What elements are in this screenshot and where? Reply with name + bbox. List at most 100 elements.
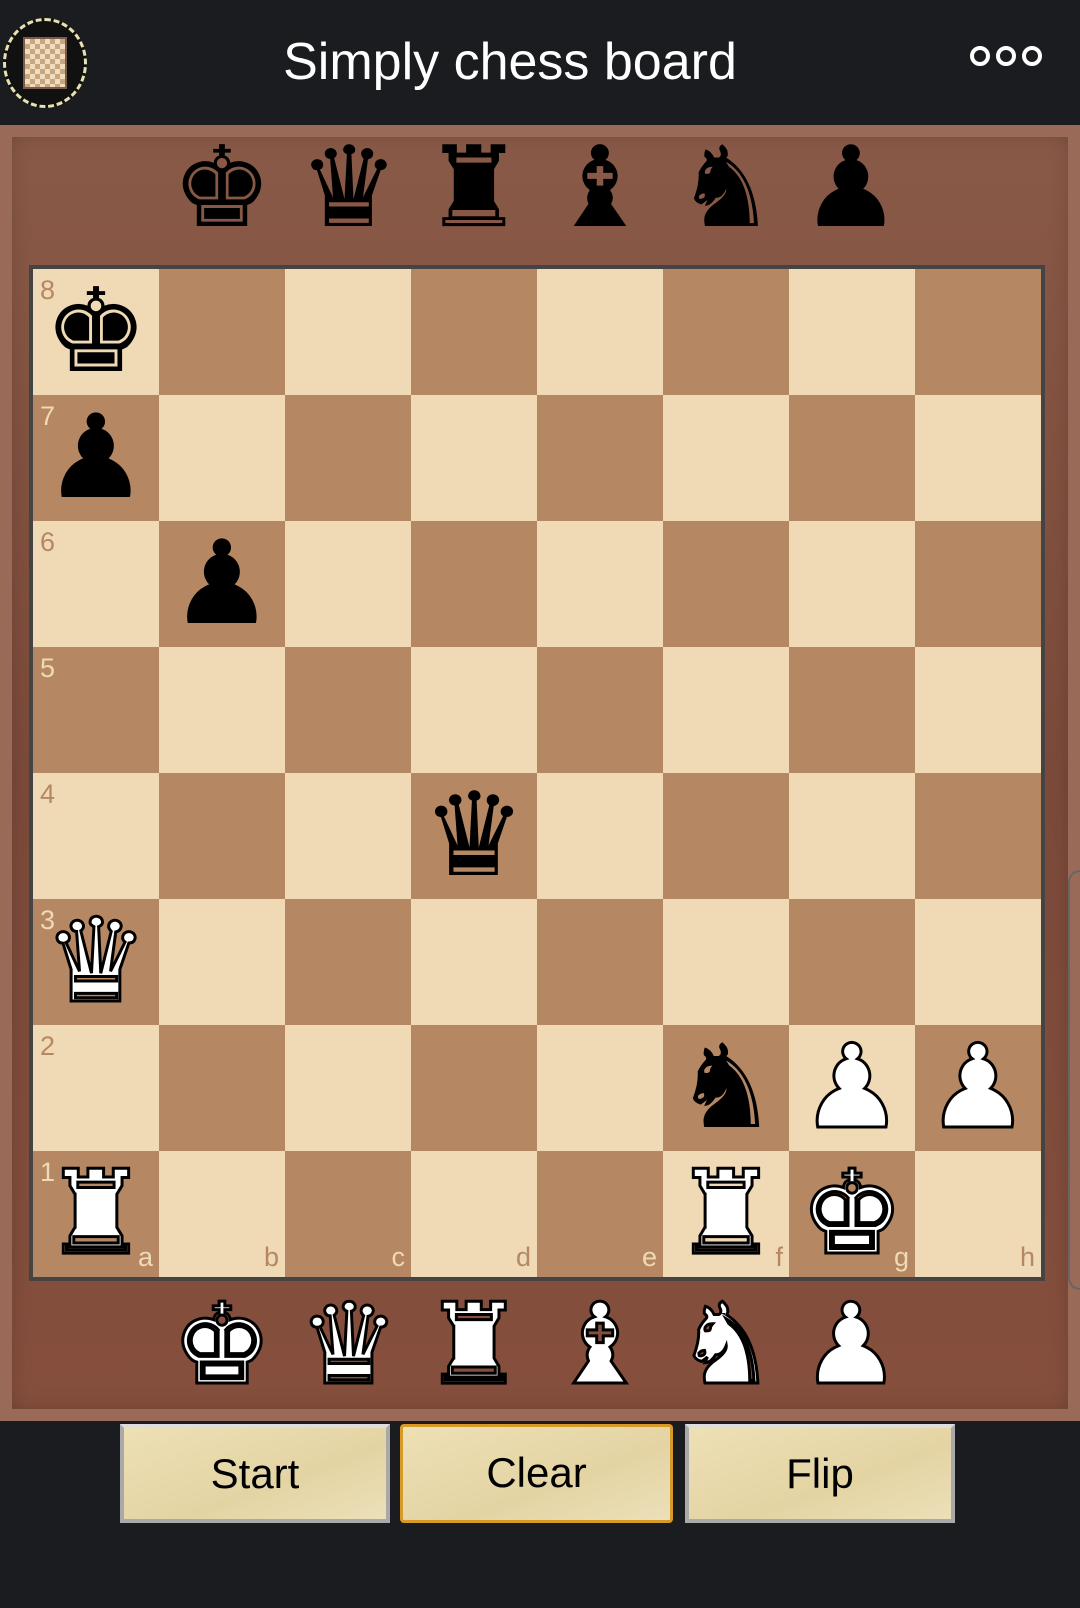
file-label: b [263,1242,279,1272]
chess-board[interactable]: 8 ♚ 7 ♟ 6 ♟ 5 4 ♛ 3 ♛ 2 ♞ ♟ ♟ 1 a ♜ b c d e f ♜ g ♚ h [29,265,1045,1281]
square-h2[interactable]: ♟ [915,1023,1041,1152]
square-a6[interactable]: 6 [33,521,159,647]
black-knight-f2[interactable]: ♞ [663,1025,789,1151]
square-h5[interactable] [915,647,1041,773]
palette-black-king[interactable]: ♚ [162,132,282,244]
square-h7[interactable] [915,395,1041,521]
square-a7[interactable]: 7 ♟ [33,395,159,521]
rank-label: 6 [40,527,56,557]
white-rook-f1[interactable]: ♜ [663,1149,789,1278]
palette-white-rook[interactable]: ♜ [414,1288,534,1403]
square-f5[interactable] [663,647,789,773]
scrollbar[interactable] [1068,870,1080,1290]
square-g5[interactable] [789,647,915,773]
square-h1[interactable]: h [915,1151,1041,1277]
square-g8[interactable] [789,269,915,395]
square-f3[interactable] [663,899,789,1025]
black-queen-d4[interactable]: ♛ [411,773,537,899]
square-f2[interactable]: ♞ [663,1025,789,1151]
square-d7[interactable] [411,395,537,521]
square-e4[interactable] [537,773,663,899]
square-h8[interactable] [915,269,1041,395]
square-d6[interactable] [411,521,537,647]
square-g7[interactable] [789,395,915,521]
square-e1[interactable]: e [537,1151,663,1277]
square-f4[interactable] [663,773,789,899]
flip-button[interactable]: Flip [685,1424,955,1523]
square-b4[interactable] [159,773,285,899]
square-h6[interactable] [915,521,1041,647]
square-a5[interactable]: 5 [33,647,159,773]
white-pawn-g2[interactable]: ♟ [789,1023,915,1152]
black-pawn-a7[interactable]: ♟ [33,395,159,521]
palette-white-king[interactable]: ♚ [162,1288,282,1403]
square-c6[interactable] [285,521,411,647]
more-options-icon[interactable] [970,46,1042,66]
square-a4[interactable]: 4 [33,773,159,899]
square-c1[interactable]: c [285,1151,411,1277]
square-e6[interactable] [537,521,663,647]
palette-black-knight[interactable]: ♞ [666,132,786,244]
square-d1[interactable]: d [411,1151,537,1277]
square-f8[interactable] [663,269,789,395]
black-pawn-b6[interactable]: ♟ [159,521,285,647]
square-f7[interactable] [663,395,789,521]
square-c4[interactable] [285,773,411,899]
palette-black-queen[interactable]: ♛ [289,132,409,244]
square-b7[interactable] [159,395,285,521]
square-e5[interactable] [537,647,663,773]
square-b3[interactable] [159,899,285,1025]
square-g6[interactable] [789,521,915,647]
file-label: h [1019,1242,1035,1272]
square-a2[interactable]: 2 [33,1025,159,1151]
square-d8[interactable] [411,269,537,395]
palette-white-knight[interactable]: ♞ [666,1288,786,1403]
square-h4[interactable] [915,773,1041,899]
square-e3[interactable] [537,899,663,1025]
square-a3[interactable]: 3 ♛ [33,897,159,1026]
square-g4[interactable] [789,773,915,899]
square-b5[interactable] [159,647,285,773]
palette-black-rook[interactable]: ♜ [414,132,534,244]
square-c2[interactable] [285,1025,411,1151]
square-b8[interactable] [159,269,285,395]
file-label: e [641,1242,657,1272]
square-e2[interactable] [537,1025,663,1151]
square-h3[interactable] [915,899,1041,1025]
white-piece-palette: ♚ ♛ ♜ ♝ ♞ ♟ [0,1288,1080,1403]
clear-button[interactable]: Clear [400,1424,673,1523]
palette-black-bishop[interactable]: ♝ [540,132,660,244]
rank-label: 5 [40,653,56,683]
white-queen-a3[interactable]: ♛ [33,897,159,1026]
square-c5[interactable] [285,647,411,773]
square-b2[interactable] [159,1025,285,1151]
palette-white-pawn[interactable]: ♟ [791,1288,911,1403]
square-g3[interactable] [789,899,915,1025]
square-c8[interactable] [285,269,411,395]
square-d4[interactable]: ♛ [411,773,537,899]
start-button[interactable]: Start [120,1424,390,1523]
palette-white-queen[interactable]: ♛ [289,1288,409,1403]
square-g1[interactable]: g ♚ [789,1149,915,1278]
white-king-g1[interactable]: ♚ [789,1149,915,1278]
palette-white-bishop[interactable]: ♝ [540,1288,660,1403]
square-a8[interactable]: 8 ♚ [33,269,159,395]
square-b6[interactable]: ♟ [159,521,285,647]
rank-label: 2 [40,1031,56,1061]
white-pawn-h2[interactable]: ♟ [915,1023,1041,1152]
square-f1[interactable]: f ♜ [663,1149,789,1278]
square-d2[interactable] [411,1025,537,1151]
square-c7[interactable] [285,395,411,521]
square-f6[interactable] [663,521,789,647]
square-e8[interactable] [537,269,663,395]
square-e7[interactable] [537,395,663,521]
square-b1[interactable]: b [159,1151,285,1277]
white-rook-a1[interactable]: ♜ [33,1149,159,1278]
palette-black-pawn[interactable]: ♟ [791,132,911,244]
square-d5[interactable] [411,647,537,773]
square-c3[interactable] [285,899,411,1025]
square-a1[interactable]: 1 a ♜ [33,1149,159,1278]
square-g2[interactable]: ♟ [789,1023,915,1152]
square-d3[interactable] [411,899,537,1025]
black-king-a8[interactable]: ♚ [33,269,159,395]
